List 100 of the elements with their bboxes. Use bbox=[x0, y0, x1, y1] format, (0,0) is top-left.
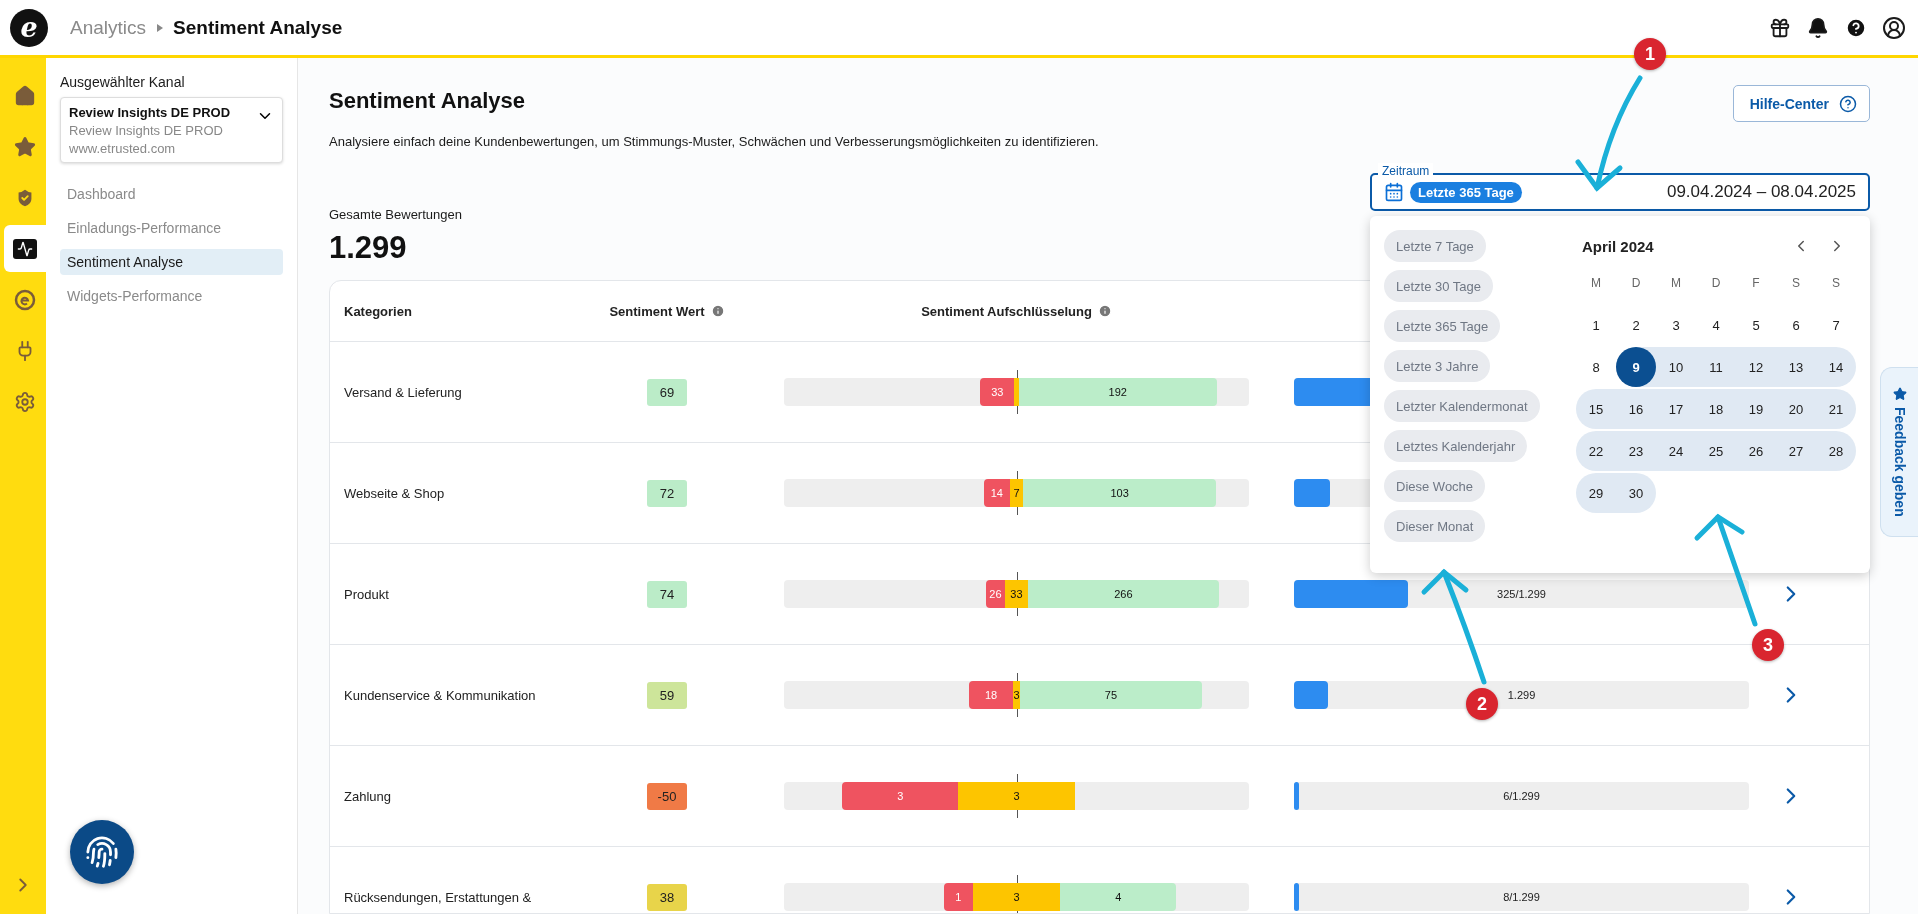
calendar-day[interactable]: 4 bbox=[1696, 305, 1736, 345]
volume-reading: 325/1.299 bbox=[1497, 588, 1546, 600]
weekday-label: M bbox=[1670, 276, 1682, 290]
positive-segment: 192 bbox=[1018, 378, 1217, 406]
calendar-day[interactable]: 27 bbox=[1776, 431, 1816, 471]
preset-chip[interactable]: Letzte 3 Jahre bbox=[1384, 350, 1491, 382]
weekday-label: S bbox=[1831, 276, 1841, 290]
neutral-segment: 3 bbox=[972, 883, 1061, 911]
total-reviews-label: Gesamte Bewertungen bbox=[329, 207, 462, 222]
calendar-day[interactable]: 26 bbox=[1736, 431, 1776, 471]
neutral-segment: 3 bbox=[1012, 681, 1021, 709]
calendar-day[interactable]: 2 bbox=[1616, 305, 1656, 345]
help-center-button[interactable]: Hilfe-Center bbox=[1732, 85, 1870, 122]
positive-segment: 75 bbox=[1020, 681, 1202, 709]
page-heading: Sentiment Analyse bbox=[329, 88, 527, 114]
fingerprint-button[interactable] bbox=[70, 820, 134, 884]
neutral-segment bbox=[1014, 378, 1019, 406]
calendar-day[interactable]: 11 bbox=[1696, 347, 1736, 387]
calendar-day[interactable]: 1 bbox=[1576, 305, 1616, 345]
page-description: Analysiere einfach deine Kundenbewertungen, um Stimmungs-Muster, Schwächen und Verbesserungsmöglichkeiten zu identifizieren. bbox=[329, 134, 1099, 149]
info-icon[interactable] bbox=[1097, 304, 1112, 318]
calendar-day[interactable]: 30 bbox=[1616, 473, 1656, 513]
weekday-label: M bbox=[1590, 276, 1602, 290]
weekday-label: D bbox=[1630, 276, 1642, 290]
column-header: Sentiment Aufschlüsselung bbox=[921, 303, 1092, 319]
negative-segment: 3 bbox=[842, 782, 959, 810]
negative-segment: 18 bbox=[969, 681, 1013, 709]
preset-chip[interactable]: Letzte 30 Tage bbox=[1384, 270, 1494, 302]
line-chart-icon bbox=[13, 238, 37, 259]
sidebar-item[interactable]: Sentiment Analyse bbox=[60, 249, 283, 275]
calendar-day[interactable]: 19 bbox=[1736, 389, 1776, 429]
fingerprint-icon bbox=[85, 835, 119, 869]
calendar-day[interactable]: 15 bbox=[1576, 389, 1616, 429]
category-name: Kundenservice & Kommunikation bbox=[344, 687, 537, 703]
user-icon[interactable] bbox=[1882, 15, 1906, 40]
volume-reading: 6/1.299 bbox=[1503, 790, 1540, 802]
positive-segment: 103 bbox=[1023, 479, 1217, 507]
calendar-day[interactable]: 25 bbox=[1696, 431, 1736, 471]
calendar-day[interactable]: 8 bbox=[1576, 347, 1616, 387]
range-chip: Letzte 365 Tage bbox=[1410, 181, 1522, 203]
star-icon bbox=[14, 135, 36, 158]
sentiment-score: 38 bbox=[647, 883, 687, 911]
sentiment-score: 72 bbox=[647, 479, 687, 507]
calendar-day[interactable]: 21 bbox=[1816, 389, 1856, 429]
positive-segment: 4 bbox=[1060, 883, 1177, 911]
coin-icon bbox=[14, 288, 36, 311]
negative-segment: 14 bbox=[983, 479, 1010, 507]
sentiment-score: 59 bbox=[647, 681, 687, 709]
calendar-day[interactable]: 14 bbox=[1816, 347, 1856, 387]
rail-nav-button[interactable] bbox=[4, 225, 46, 272]
calendar-day[interactable]: 28 bbox=[1816, 431, 1856, 471]
column-header: Sentiment Wert bbox=[609, 303, 705, 319]
calendar-day[interactable]: 29 bbox=[1576, 473, 1616, 513]
channel-label: Ausgewählter Kanal bbox=[60, 74, 186, 90]
calendar-day[interactable]: 24 bbox=[1656, 431, 1696, 471]
sidebar-item[interactable]: Widgets-Performance bbox=[60, 283, 283, 309]
calendar-day[interactable]: 18 bbox=[1696, 389, 1736, 429]
category-name: Versand & Lieferung bbox=[344, 384, 463, 400]
feedback-tab[interactable]: Feedback geben bbox=[1880, 367, 1918, 537]
calendar-day[interactable]: 5 bbox=[1736, 305, 1776, 345]
calendar-day[interactable]: 20 bbox=[1776, 389, 1816, 429]
category-name: Rücksendungen, Erstattungen & bbox=[344, 889, 533, 905]
category-name: Zahlung bbox=[344, 788, 392, 804]
help-icon bbox=[1839, 94, 1857, 113]
preset-chip[interactable]: Dieser Monat bbox=[1384, 510, 1486, 542]
preset-chip[interactable]: Letzte 7 Tage bbox=[1384, 230, 1486, 262]
volume-reading: 1.299 bbox=[1507, 689, 1536, 701]
calendar-day[interactable]: 12 bbox=[1736, 347, 1776, 387]
calendar-day[interactable]: 17 bbox=[1656, 389, 1696, 429]
calendar-day[interactable]: 6 bbox=[1776, 305, 1816, 345]
weekday-label: D bbox=[1710, 276, 1722, 290]
weekday-label: S bbox=[1791, 276, 1801, 290]
logo[interactable]: e bbox=[10, 8, 48, 47]
info-icon[interactable] bbox=[710, 304, 725, 318]
date-range-value: 09.04.2024 – 08.04.2025 bbox=[1666, 182, 1856, 202]
calendar-day[interactable]: 10 bbox=[1656, 347, 1696, 387]
negative-segment: 1 bbox=[943, 883, 973, 911]
calendar-day[interactable]: 3 bbox=[1656, 305, 1696, 345]
weekday-label: F bbox=[1751, 276, 1761, 290]
negative-segment: 26 bbox=[986, 580, 1005, 608]
preset-chip[interactable]: Letzter Kalendermonat bbox=[1384, 390, 1540, 422]
sentiment-score: -50 bbox=[647, 782, 687, 810]
positive-segment: 266 bbox=[1028, 580, 1219, 608]
breadcrumb-link[interactable]: Analytics bbox=[70, 16, 147, 39]
settings-icon bbox=[14, 390, 36, 413]
calendar-day[interactable]: 16 bbox=[1616, 389, 1656, 429]
calendar-day[interactable]: 23 bbox=[1616, 431, 1656, 471]
month-title: April 2024 bbox=[1582, 237, 1654, 255]
sidebar-item[interactable]: Einladungs-Performance bbox=[60, 215, 283, 241]
calendar-day[interactable]: 7 bbox=[1816, 305, 1856, 345]
calendar-day[interactable]: 9 bbox=[1616, 347, 1656, 387]
calendar-day[interactable]: 22 bbox=[1576, 431, 1616, 471]
sidebar-item[interactable]: Dashboard bbox=[60, 181, 283, 207]
preset-chip[interactable]: Letztes Kalenderjahr bbox=[1384, 430, 1528, 462]
calendar-day[interactable]: 13 bbox=[1776, 347, 1816, 387]
channel-select[interactable]: Review Insights DE PROD Review Insights DE PROD www.etrusted.com bbox=[60, 97, 283, 163]
preset-chip[interactable]: Diese Woche bbox=[1384, 470, 1486, 502]
preset-chip[interactable]: Letzte 365 Tage bbox=[1384, 310, 1501, 342]
bell-icon[interactable] bbox=[1806, 15, 1830, 40]
calendar-icon bbox=[1384, 182, 1404, 202]
